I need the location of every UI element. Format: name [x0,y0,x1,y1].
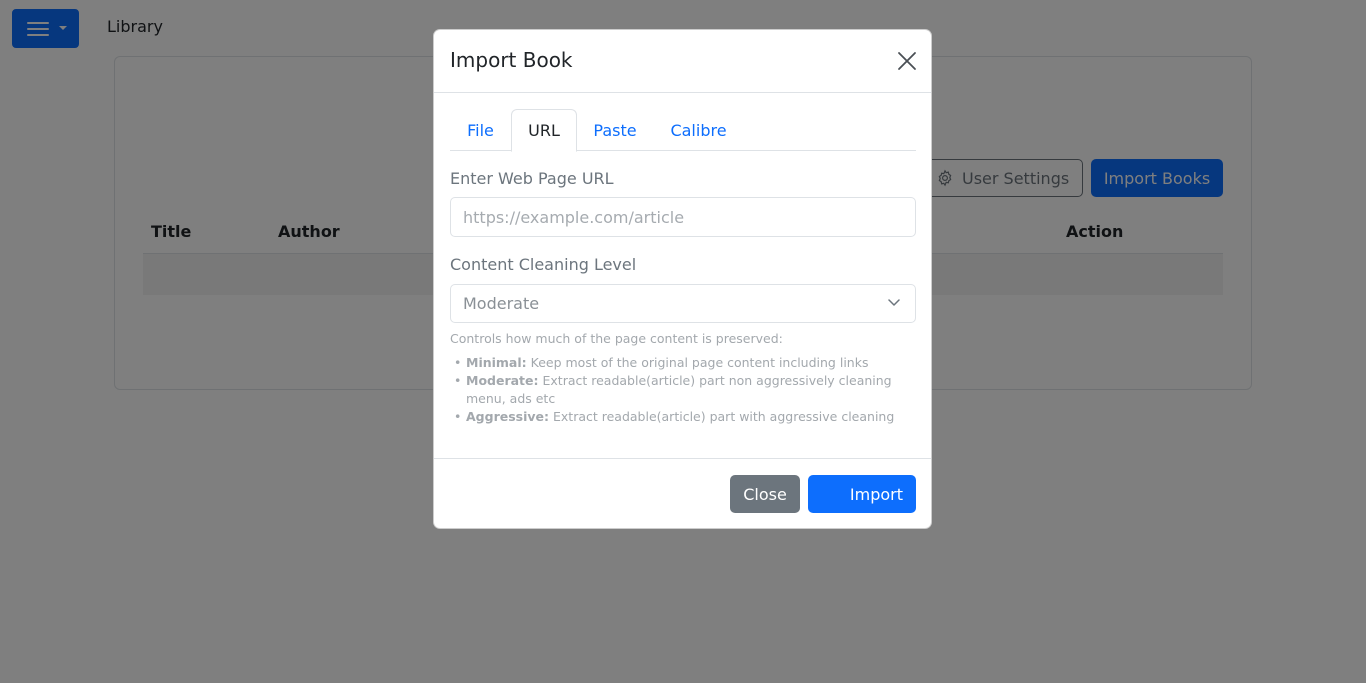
help-text: Keep most of the original page content i… [530,355,869,370]
help-term: Minimal: [466,355,527,370]
modal-footer: Close Import [434,458,931,529]
help-item-aggressive: Aggressive: Extract readable(article) pa… [454,408,910,426]
tab-paste[interactable]: Paste [577,109,653,151]
cleaning-level-select[interactable]: Moderate [450,284,916,323]
url-input[interactable] [450,197,916,237]
tab-calibre[interactable]: Calibre [653,109,744,151]
help-term: Moderate: [466,373,539,388]
url-label: Enter Web Page URL [450,169,614,188]
help-item-moderate: Moderate: Extract readable(article) part… [454,372,910,408]
help-text: Extract readable(article) part with aggr… [553,409,895,424]
close-icon[interactable] [897,51,917,71]
close-button[interactable]: Close [730,475,800,513]
cleaning-help-text: Controls how much of the page content is… [450,330,910,426]
import-button[interactable]: Import [808,475,916,513]
cleaning-level-label: Content Cleaning Level [450,255,637,274]
tab-url[interactable]: URL [511,109,577,152]
chevron-down-icon [888,299,900,306]
help-term: Aggressive: [466,409,550,424]
tab-file[interactable]: File [450,109,511,151]
help-item-minimal: Minimal: Keep most of the original page … [454,354,910,372]
import-book-modal: Import Book File URL Paste Calibre Enter… [433,29,932,529]
cleaning-level-value: Moderate [463,294,540,313]
help-intro: Controls how much of the page content is… [450,331,783,346]
help-list: Minimal: Keep most of the original page … [450,354,910,426]
modal-header: Import Book [434,30,931,93]
modal-title: Import Book [450,48,573,72]
import-tabs: File URL Paste Calibre [450,109,916,152]
